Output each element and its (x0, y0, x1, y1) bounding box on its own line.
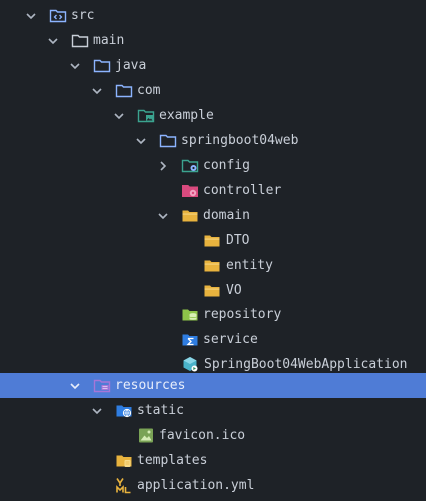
tree-row-com[interactable]: com (0, 78, 426, 103)
tree-label-java: java (115, 58, 147, 73)
tree-row-templates[interactable]: templates (0, 448, 426, 473)
chevron-down-icon[interactable] (112, 109, 126, 123)
tree-label-main: main (93, 33, 125, 48)
source-folder-icon (49, 7, 67, 24)
tree-label-repository: repository (203, 307, 282, 322)
tree-label-entity: entity (226, 258, 273, 273)
chevron-down-icon[interactable] (90, 404, 104, 418)
chevron-right-icon[interactable] (156, 159, 170, 173)
tree-label-controller: controller (203, 183, 282, 198)
tree-row-springboot04web[interactable]: springboot04web (0, 128, 426, 153)
chevron-down-icon[interactable] (46, 34, 60, 48)
service-folder-icon (181, 331, 199, 348)
tree-row-domain[interactable]: domain (0, 203, 426, 228)
tree-row-example[interactable]: example (0, 103, 426, 128)
project-tree: src main java com example springboot04we… (0, 0, 426, 501)
config-folder-icon (181, 157, 199, 174)
folder-icon (203, 257, 221, 274)
tree-label-dto: DTO (226, 233, 250, 248)
tree-row-vo[interactable]: VO (0, 278, 426, 303)
tree-label-domain: domain (203, 208, 250, 223)
package-folder-icon (115, 82, 133, 99)
tree-row-dto[interactable]: DTO (0, 228, 426, 253)
tree-label-example: example (159, 108, 214, 123)
tree-row-repository[interactable]: repository (0, 302, 426, 327)
templates-folder-icon (115, 452, 133, 469)
folder-icon (93, 57, 111, 74)
tree-row-controller[interactable]: controller (0, 178, 426, 203)
tree-label-templates: templates (137, 453, 208, 468)
tree-label-service: service (203, 332, 258, 347)
chevron-down-icon[interactable] (156, 209, 170, 223)
controller-folder-icon (181, 182, 199, 199)
chevron-down-icon[interactable] (68, 59, 82, 73)
tree-row-static[interactable]: static (0, 398, 426, 423)
folder-icon (203, 282, 221, 299)
tree-label-springboot04web: springboot04web (181, 133, 299, 148)
tree-row-service[interactable]: service (0, 327, 426, 352)
chevron-down-icon[interactable] (90, 84, 104, 98)
folder-icon (181, 207, 199, 224)
tree-row-entity[interactable]: entity (0, 253, 426, 278)
image-file-icon (137, 427, 155, 444)
database-folder-icon (181, 306, 199, 323)
tree-label-application-yml: application.yml (137, 478, 255, 493)
tree-row-src[interactable]: src (0, 3, 426, 28)
tree-row-resources[interactable]: resources (0, 373, 426, 398)
tree-label-com: com (137, 83, 161, 98)
tree-row-favicon[interactable]: favicon.ico (0, 423, 426, 448)
folder-icon (71, 32, 89, 49)
tree-label-config: config (203, 158, 250, 173)
tree-label-src: src (71, 8, 95, 23)
tree-row-config[interactable]: config (0, 153, 426, 178)
chevron-down-icon[interactable] (68, 379, 82, 393)
tree-label-resources: resources (115, 378, 186, 393)
tree-label-vo: VO (226, 283, 242, 298)
image-folder-icon (137, 107, 155, 124)
tree-label-application-class: SpringBoot04WebApplication (204, 357, 408, 372)
chevron-down-icon[interactable] (134, 134, 148, 148)
tree-label-static: static (137, 403, 184, 418)
resources-folder-icon (93, 377, 111, 394)
chevron-down-icon[interactable] (24, 9, 38, 23)
tree-label-favicon: favicon.ico (159, 428, 246, 443)
tree-row-application-yml[interactable]: application.yml (0, 473, 426, 498)
tree-row-main[interactable]: main (0, 28, 426, 53)
package-folder-icon (159, 132, 177, 149)
folder-icon (203, 232, 221, 249)
web-folder-icon (115, 402, 133, 419)
yaml-file-icon (115, 477, 133, 494)
java-class-icon (181, 356, 199, 373)
tree-row-java[interactable]: java (0, 53, 426, 78)
